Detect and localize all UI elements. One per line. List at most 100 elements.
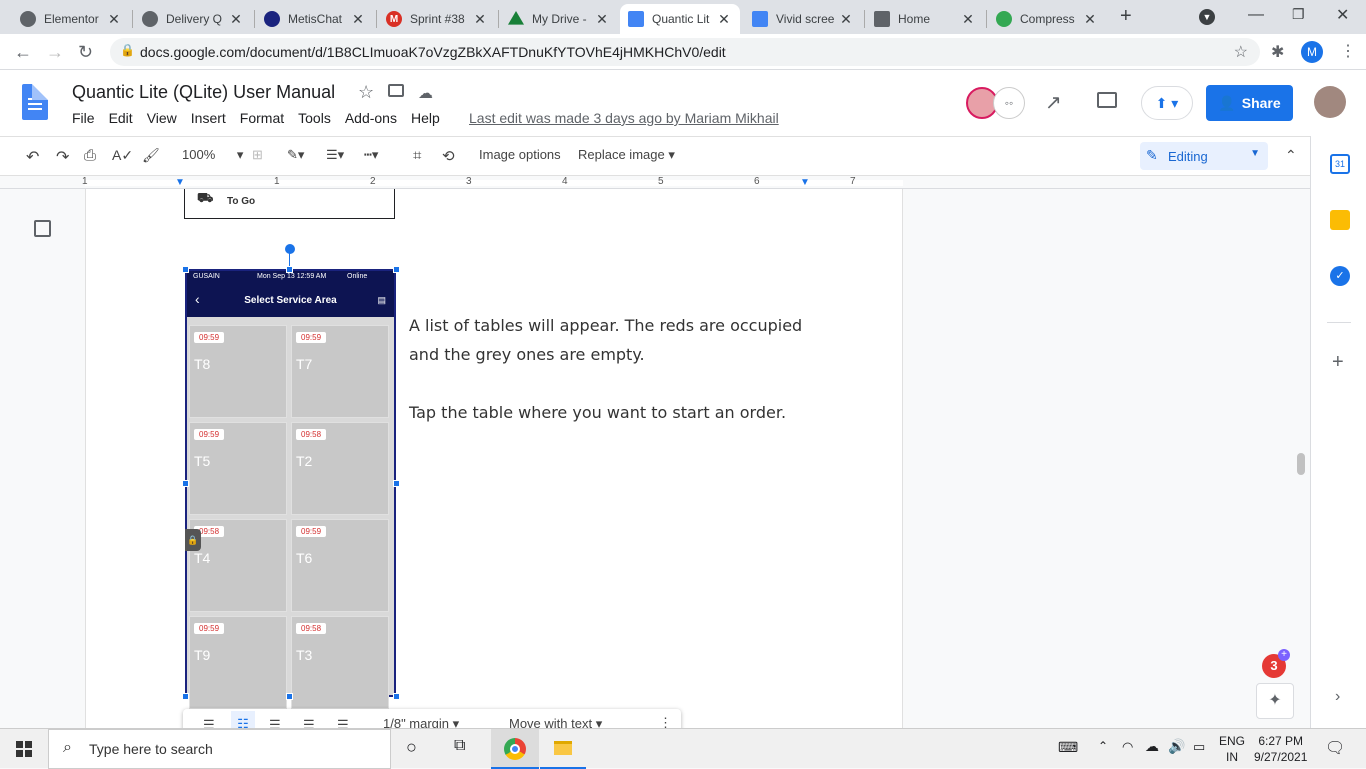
tab-search-icon[interactable]: ▼ — [1199, 9, 1215, 25]
back-icon[interactable]: ← — [14, 42, 32, 63]
tab-delivery[interactable]: Delivery Q ✕ — [134, 4, 252, 34]
tab-sprint[interactable]: M Sprint #38 ✕ — [378, 4, 496, 34]
forward-icon[interactable]: → — [46, 42, 64, 63]
resize-handle[interactable] — [286, 693, 293, 700]
close-icon[interactable]: ✕ — [716, 11, 732, 28]
url-field[interactable]: 🔒 docs.google.com/document/d/1B8CLImuoaK… — [110, 38, 1260, 66]
paragraph-text[interactable]: and the grey ones are empty. — [409, 345, 645, 364]
tab-elementor[interactable]: Elementor ✕ — [12, 4, 130, 34]
bookmark-star-icon[interactable]: ☆ — [1234, 42, 1248, 62]
resize-handle[interactable] — [182, 693, 189, 700]
outline-icon[interactable] — [34, 220, 51, 237]
front-text-icon[interactable]: ☰ — [337, 717, 349, 728]
close-icon[interactable]: ✕ — [106, 11, 122, 28]
paragraph-text[interactable]: A list of tables will appear. The reds a… — [409, 316, 802, 335]
break-text-icon[interactable]: ☰ — [269, 717, 281, 728]
menu-tools[interactable]: Tools — [298, 110, 331, 126]
menu-help[interactable]: Help — [411, 110, 440, 126]
add-addon-icon[interactable]: + — [1332, 351, 1344, 374]
margin-select[interactable]: 1/8" margin ▾ — [383, 716, 459, 728]
extensions-icon[interactable]: ✱ — [1271, 42, 1284, 62]
tab-quantic-lite[interactable]: Quantic Lit ✕ — [620, 4, 740, 34]
ruler[interactable]: 1 1 2 3 4 5 6 7 ▼ ▼ — [0, 176, 1310, 189]
menu-view[interactable]: View — [147, 110, 177, 126]
image-options-button[interactable]: Image options — [479, 147, 561, 162]
undo-icon[interactable]: ↶ — [26, 147, 39, 167]
add-comment-icon[interactable]: ⊞ — [252, 147, 263, 163]
reload-icon[interactable]: ↻ — [78, 42, 93, 63]
network-icon[interactable]: ◠ — [1122, 739, 1133, 755]
taskbar-search-input[interactable]: ⌕ Type here to search — [48, 729, 391, 769]
start-icon[interactable] — [16, 741, 32, 757]
redo-icon[interactable]: ↷ — [56, 147, 69, 167]
more-options-icon[interactable]: ⋮ — [659, 715, 672, 728]
menu-edit[interactable]: Edit — [109, 110, 133, 126]
close-icon[interactable]: ✕ — [350, 11, 366, 28]
tab-my-drive[interactable]: My Drive - ✕ — [500, 4, 618, 34]
menu-file[interactable]: File — [72, 110, 95, 126]
close-icon[interactable]: ✕ — [838, 11, 854, 28]
border-color-icon[interactable]: ✎▾ — [287, 147, 304, 163]
chrome-taskbar-button[interactable] — [491, 729, 539, 769]
paragraph-text[interactable]: Tap the table where you want to start an… — [409, 403, 786, 422]
cortana-icon[interactable]: ○ — [406, 737, 417, 758]
close-icon[interactable]: ✕ — [1082, 11, 1098, 28]
move-folder-icon[interactable] — [388, 84, 404, 97]
profile-avatar[interactable]: M — [1301, 41, 1323, 63]
resize-handle[interactable] — [393, 693, 400, 700]
restore-icon[interactable]: ❐ — [1292, 6, 1305, 23]
close-icon[interactable]: ✕ — [472, 11, 488, 28]
crop-icon[interactable]: ⌗ — [413, 147, 421, 164]
rotate-handle[interactable] — [285, 244, 295, 254]
show-hidden-icons[interactable]: ⌃ — [1098, 739, 1108, 753]
share-button[interactable]: 👤 Share — [1206, 85, 1293, 121]
docs-logo-icon[interactable] — [22, 84, 48, 120]
menu-format[interactable]: Format — [240, 110, 284, 126]
activity-trend-icon[interactable]: ↗ — [1045, 90, 1062, 115]
battery-icon[interactable]: ▭ — [1193, 739, 1205, 755]
wrap-text-icon[interactable]: ☷ — [231, 711, 255, 728]
tasks-icon[interactable]: ✓ — [1330, 266, 1350, 286]
spellcheck-icon[interactable]: A✓ — [112, 147, 133, 164]
border-dash-icon[interactable]: ┅▾ — [364, 147, 378, 163]
inline-icon[interactable]: ☰ — [203, 717, 215, 728]
language-indicator[interactable]: ENG IN — [1219, 733, 1245, 765]
new-tab-button[interactable]: + — [1120, 5, 1132, 28]
paint-format-icon[interactable]: 🖌 — [142, 147, 160, 164]
tab-metischat[interactable]: MetisChat ✕ — [256, 4, 374, 34]
explore-icon[interactable]: ✦ — [1256, 683, 1294, 719]
clock[interactable]: 6:27 PM 9/27/2021 — [1254, 733, 1307, 765]
scrollbar-thumb[interactable] — [1297, 453, 1305, 475]
calendar-icon[interactable]: 31 — [1330, 154, 1350, 174]
resize-handle[interactable] — [286, 266, 293, 273]
resize-handle[interactable] — [393, 480, 400, 487]
notifications-icon[interactable]: 🗨 — [1325, 738, 1345, 758]
menu-addons[interactable]: Add-ons — [345, 110, 397, 126]
collapse-toolbar-icon[interactable]: ⌃ — [1285, 147, 1297, 164]
wrap-position-select[interactable]: Move with text ▾ — [509, 716, 602, 728]
volume-icon[interactable]: 🔊 — [1168, 738, 1185, 755]
present-button[interactable]: ⬆ ▾ — [1141, 86, 1193, 120]
border-weight-icon[interactable]: ☰▾ — [326, 147, 344, 163]
close-icon[interactable]: ✕ — [228, 11, 244, 28]
menu-insert[interactable]: Insert — [191, 110, 226, 126]
cloud-status-icon[interactable]: ☁ — [418, 84, 433, 102]
resize-handle[interactable] — [182, 480, 189, 487]
behind-text-icon[interactable]: ☰ — [303, 717, 315, 728]
reset-image-icon[interactable]: ⟲ — [442, 147, 455, 165]
tab-compress[interactable]: Compress ✕ — [988, 4, 1106, 34]
browser-menu-icon[interactable]: ⋮ — [1340, 41, 1356, 61]
user-avatar[interactable] — [1314, 86, 1346, 118]
window-close-icon[interactable]: ✕ — [1336, 5, 1349, 25]
resize-handle[interactable] — [393, 266, 400, 273]
close-icon[interactable]: ✕ — [594, 11, 610, 28]
meet-icon[interactable]: ◦◦ — [993, 87, 1025, 119]
zoom-select[interactable]: 100% ▾ — [182, 147, 243, 163]
keep-icon[interactable] — [1330, 210, 1350, 230]
onedrive-icon[interactable]: ☁ — [1145, 738, 1159, 755]
close-icon[interactable]: ✕ — [960, 11, 976, 28]
tab-home[interactable]: Home ✕ — [866, 4, 984, 34]
file-explorer-taskbar-button[interactable] — [540, 729, 586, 769]
editing-mode-select[interactable]: ✎ Editing ▼ — [1140, 142, 1268, 170]
minimize-icon[interactable]: — — [1248, 6, 1264, 24]
